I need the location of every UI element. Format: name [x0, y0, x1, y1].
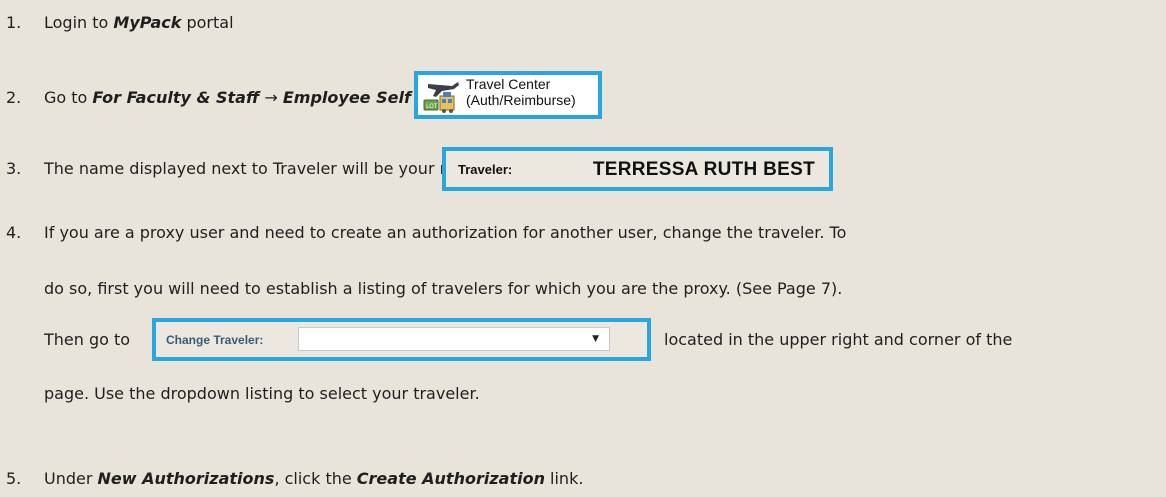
step-4-line-3-end: located in the upper right and corner of…	[664, 330, 1013, 349]
change-traveler-dropdown[interactable]: ▼	[298, 327, 610, 351]
traveler-display: Traveler: TERRESSA RUTH BEST	[442, 147, 833, 191]
portal-name: MyPack	[113, 13, 182, 32]
step-text-part: Under	[44, 469, 98, 488]
chevron-down-icon: ▼	[592, 334, 599, 344]
change-traveler-label: Change Traveler:	[166, 333, 264, 347]
step-text-part: , click the	[274, 469, 357, 488]
step-number: 3.	[6, 159, 22, 178]
create-authorization-link-label: Create Authorization	[356, 469, 545, 488]
step-text: Login to MyPack portal	[44, 12, 234, 34]
airplane-suitcase-icon: LOT	[423, 82, 459, 113]
step-4-line-4: page. Use the dropdown listing to select…	[44, 384, 480, 403]
step-text-part: link.	[544, 469, 584, 488]
step-4-line-3: Then go to	[44, 330, 131, 349]
travel-center-title: Travel Center	[466, 76, 551, 92]
new-authorizations-label: New Authorizations	[97, 469, 275, 488]
arrow-icon: →	[259, 88, 283, 107]
change-traveler-control: Change Traveler: ▼	[152, 318, 651, 361]
step-text: The name displayed next to Traveler will…	[44, 159, 491, 178]
step-text-part: Go to	[44, 88, 93, 107]
step-text: If you are a proxy user and need to crea…	[44, 223, 847, 242]
travel-center-label: Travel Center (Auth/Reimburse)	[466, 76, 576, 108]
step-text-part: portal	[181, 13, 234, 32]
traveler-name: TERRESSA RUTH BEST	[592, 159, 815, 180]
step-4-line-2: do so, first you will need to establish …	[44, 279, 843, 298]
step-number: 2.	[6, 88, 22, 107]
step-text: Under New Authorizations, click the Crea…	[44, 468, 583, 490]
svg-text:LOT: LOT	[426, 103, 438, 110]
step-number: 4.	[6, 223, 22, 242]
step-text-part: Login to	[44, 13, 114, 32]
travel-center-button[interactable]: LOT Travel Center (Auth/Reimburse)	[414, 71, 602, 119]
travel-center-subtitle: (Auth/Reimburse)	[466, 92, 576, 108]
traveler-label: Traveler:	[458, 162, 513, 177]
menu-path-faculty-staff: For Faculty & Staff	[92, 88, 260, 107]
step-number: 5.	[6, 469, 22, 488]
step-number: 1.	[6, 13, 22, 32]
